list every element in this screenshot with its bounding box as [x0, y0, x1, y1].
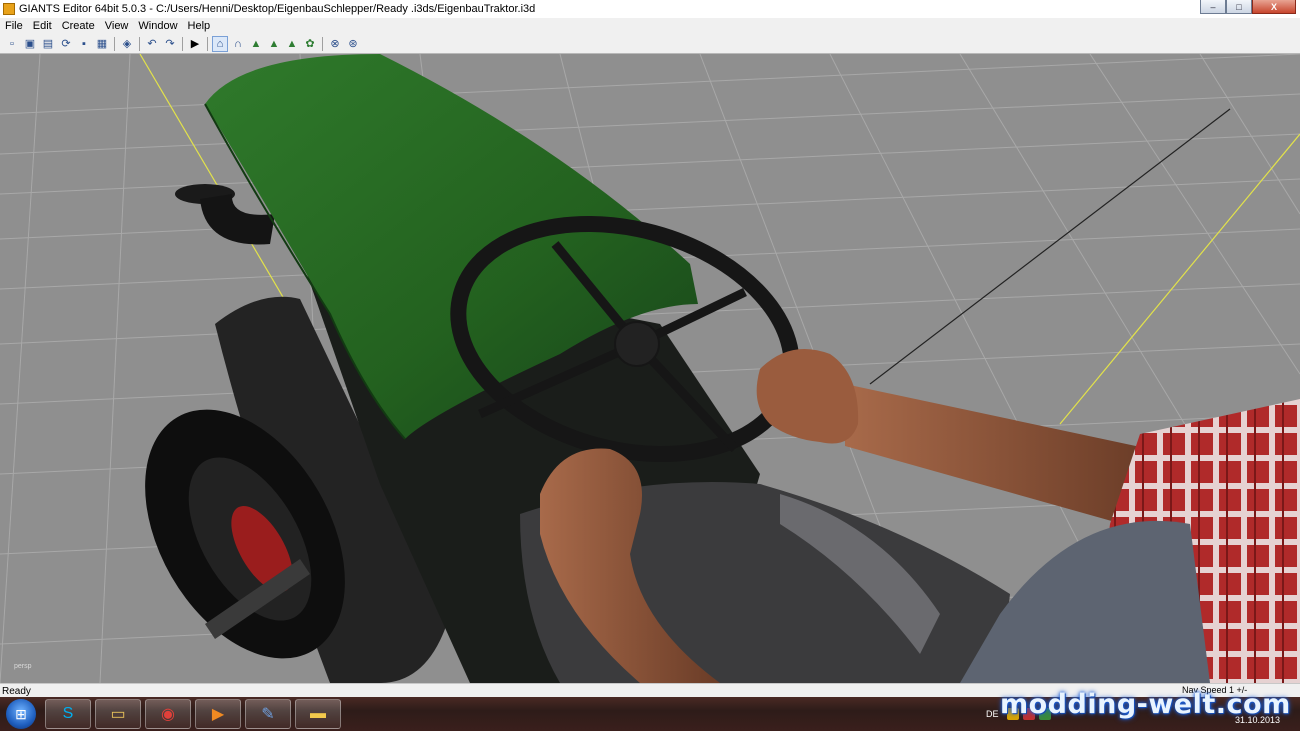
menu-create[interactable]: Create [57, 20, 100, 32]
media-task[interactable]: ▶ [195, 699, 241, 729]
chrome-task[interactable]: ◉ [145, 699, 191, 729]
settings-icon[interactable]: ⊗ [327, 36, 343, 52]
skype-task[interactable]: S [45, 699, 91, 729]
play-icon[interactable]: ▶ [187, 36, 203, 52]
toolbar-separator [114, 36, 115, 51]
window-title: GIANTS Editor 64bit 5.0.3 - C:/Users/Hen… [19, 3, 536, 15]
3d-viewport[interactable]: persp [0, 54, 1300, 683]
save-icon[interactable]: ▪ [76, 36, 92, 52]
toolbar: ▫ ▣ ▤ ⟳ ▪ ▦ ◈ ↶ ↷ ▶ ⌂ ∩ ▲ ▲ ▲ ✿ ⊗ ⊛ [0, 34, 1300, 54]
save-all-icon[interactable]: ▦ [94, 36, 110, 52]
title-bar: GIANTS Editor 64bit 5.0.3 - C:/Users/Hen… [0, 0, 1300, 18]
reload-icon[interactable]: ⟳ [58, 36, 74, 52]
undo-icon[interactable]: ↶ [144, 36, 160, 52]
render-icon[interactable]: ⊛ [345, 36, 361, 52]
minimize-button[interactable]: – [1200, 0, 1226, 14]
language-indicator[interactable]: DE [986, 709, 999, 719]
editor-task[interactable]: ✎ [245, 699, 291, 729]
folder-task[interactable]: ▬ [295, 699, 341, 729]
start-button[interactable]: ⊞ [6, 699, 36, 729]
export-icon[interactable]: ◈ [119, 36, 135, 52]
new-icon[interactable]: ▫ [4, 36, 20, 52]
camera-label: persp [14, 663, 32, 670]
close-button[interactable]: X [1252, 0, 1296, 14]
status-text: Ready [2, 685, 31, 697]
toolbar-separator [207, 36, 208, 51]
menu-help[interactable]: Help [183, 20, 216, 32]
viewport-scene [0, 54, 1300, 683]
redo-icon[interactable]: ↷ [162, 36, 178, 52]
foliage-icon[interactable]: ▲ [284, 36, 300, 52]
toolbar-separator [139, 36, 140, 51]
open-icon[interactable]: ▣ [22, 36, 38, 52]
maximize-button[interactable]: □ [1226, 0, 1252, 14]
menu-file[interactable]: File [0, 20, 28, 32]
giants-app-icon [3, 3, 15, 15]
terrain-paint-icon[interactable]: ▲ [248, 36, 264, 52]
menu-bar: File Edit Create View Window Help [0, 18, 1300, 34]
import-icon[interactable]: ▤ [40, 36, 56, 52]
move-icon[interactable]: ∩ [230, 36, 246, 52]
select-icon[interactable]: ⌂ [212, 35, 228, 52]
explorer-task[interactable]: ▭ [95, 699, 141, 729]
toolbar-separator [182, 36, 183, 51]
watermark: modding-welt.com [1000, 689, 1291, 720]
menu-view[interactable]: View [100, 20, 134, 32]
menu-edit[interactable]: Edit [28, 20, 57, 32]
axis-line [1059, 133, 1300, 425]
grass-icon[interactable]: ✿ [302, 36, 318, 52]
terrain-sculpt-icon[interactable]: ▲ [266, 36, 282, 52]
window-controls: – □ X [1200, 0, 1296, 14]
toolbar-separator [322, 36, 323, 51]
menu-window[interactable]: Window [133, 20, 182, 32]
